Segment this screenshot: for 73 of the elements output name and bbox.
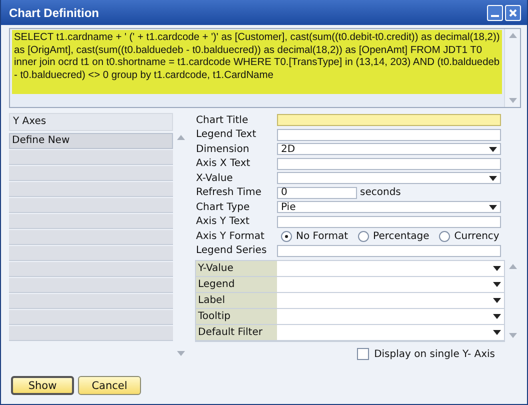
minimize-icon [491,14,499,16]
row-label: Legend [196,277,277,292]
empty-list-row[interactable] [9,230,173,245]
text-field[interactable] [277,244,501,257]
dropdown-arrow-icon [493,266,501,271]
text-field[interactable] [277,128,501,141]
query-text: SELECT t1.cardname + ' (' + t1.cardcode + ')' as [Customer], cast(sum((t0.debit-t0.credit)) as decimal(18,2)) as [OrigAmt], cast(sum((t0.balduedeb - t0.balduecred)) as decimal(18,2)) as [OpenAmt] FROM JDT1 T0 inner join ocrd t1 on t0.shortname = t1.cardcode WHERE T0.[TransType] in (13,14, 203) AND (t0.balduedeb - t0.balduecred) <> 0 group by t1.cardcode, t1.CardName [12,30,502,94]
field-label: Dimension [195,144,250,155]
dropdown-field[interactable]: Pie [277,201,501,214]
field-label: Axis Y Text [195,216,250,228]
dropdown-arrow-icon [493,282,501,287]
dropdown-cell[interactable] [277,309,504,324]
radio-option[interactable]: No Format [281,230,348,242]
empty-list-row[interactable] [9,214,173,229]
scroll-down-icon[interactable] [508,98,516,103]
list-header: Y Axes [9,113,173,131]
dropdown-field[interactable]: 2D [277,143,501,156]
row-label: Label [196,293,277,308]
list-item[interactable]: Define New [9,133,173,149]
radio-option[interactable]: Currency [439,230,500,242]
field-label: Axis X Text [195,158,252,170]
scroll-up-icon[interactable] [508,33,516,38]
checkbox-label: Display on single Y- Axis [374,348,495,360]
scroll-up-icon[interactable] [177,135,185,140]
radio-option[interactable]: Percentage [358,230,430,242]
dropdown-arrow-icon [493,298,501,303]
dropdown-cell[interactable] [277,277,504,292]
empty-list-row[interactable] [9,182,173,197]
close-icon [509,8,517,16]
dropdown-cell[interactable] [277,325,504,340]
field-label: Chart Type [195,202,251,213]
dialog-button[interactable]: Cancel [78,376,141,395]
checkbox[interactable] [357,348,370,360]
text-field[interactable] [277,114,501,126]
empty-list-row[interactable] [9,150,173,165]
dropdown-arrow-icon [493,314,501,319]
empty-list-row[interactable] [9,166,173,181]
dropdown-arrow-icon [489,146,497,152]
empty-list-row[interactable] [9,310,173,325]
row-label: Y-Value [196,261,277,276]
unit-label: seconds [360,187,401,198]
text-field[interactable] [277,158,501,170]
dropdown-cell[interactable] [277,261,504,276]
scrollbar[interactable] [504,29,520,107]
text-field[interactable] [277,216,501,228]
scroll-down-icon[interactable] [177,351,185,356]
empty-list-row[interactable] [9,326,173,341]
dialog-button[interactable]: Show [11,376,74,395]
dropdown-cell[interactable] [277,293,504,308]
empty-list-row[interactable] [9,246,173,261]
dropdown-arrow-icon [489,204,497,210]
empty-list-row[interactable] [9,262,173,277]
field-label: Legend Text [195,129,258,140]
row-label: Default Filter [196,325,277,340]
close-button[interactable] [505,4,521,20]
dropdown-arrow-icon [489,176,497,181]
field-label: X-Value [195,172,234,184]
field-label: Refresh Time [195,187,262,198]
number-field[interactable]: 0 [277,186,357,199]
field-label: Legend Series [195,245,268,256]
scroll-down-icon[interactable] [509,333,517,338]
dropdown-arrow-icon [493,330,501,335]
window-title: Chart Definition [9,6,99,20]
row-label: Tooltip [196,309,277,324]
field-label: Chart Title [195,114,250,126]
scroll-up-icon[interactable] [509,264,517,269]
empty-list-row[interactable] [9,294,173,309]
field-label: Axis Y Format [195,230,266,242]
query-text-area[interactable] [9,28,521,108]
minimize-button[interactable] [487,4,503,20]
dropdown-field[interactable] [277,172,501,184]
empty-list-row[interactable] [9,278,173,293]
empty-list-row[interactable] [9,198,173,213]
